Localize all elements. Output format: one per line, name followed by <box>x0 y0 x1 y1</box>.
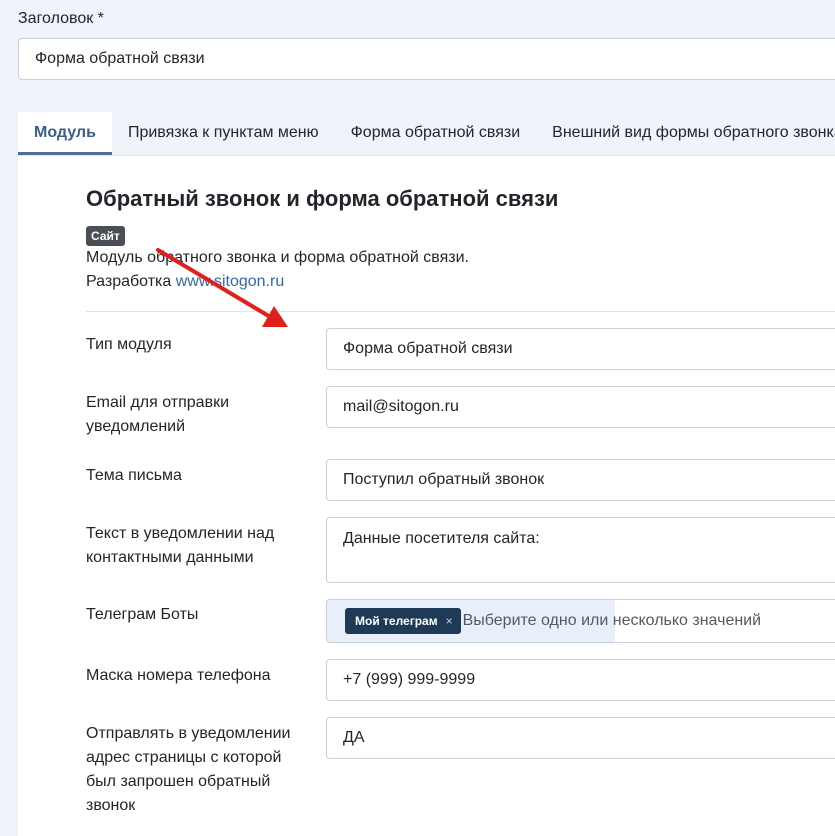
notify-text-label: Текст в уведомлении над контактными данн… <box>86 525 275 566</box>
telegram-bots-label: Телеграм Боты <box>86 606 199 623</box>
module-title: Обратный звонок и форма обратной связи <box>86 186 559 211</box>
chip-label: Мой телеграм <box>355 614 438 628</box>
phone-mask-label: Маска номера телефона <box>86 667 271 684</box>
email-field[interactable]: mail@sitogon.ru <box>326 386 835 428</box>
module-type-select[interactable]: Форма обратной связи <box>326 328 835 370</box>
tab-menu-assignment[interactable]: Привязка к пунктам меню <box>112 112 335 155</box>
telegram-placeholder: Выберите одно или несколько значений <box>462 612 762 629</box>
red-arrow-annotation <box>156 248 288 327</box>
email-label: Email для отправки уведомлений <box>86 394 230 435</box>
tab-bar: Модуль Привязка к пунктам меню Форма обр… <box>18 112 835 156</box>
tab-feedback-form[interactable]: Форма обратной связи <box>335 112 537 155</box>
subject-label: Тема письма <box>86 467 182 484</box>
module-panel: Обратный звонок и форма обратной связи С… <box>18 156 835 836</box>
site-badge: Сайт <box>86 226 125 246</box>
module-type-label: Тип модуля <box>86 336 172 353</box>
phone-mask-field[interactable]: +7 (999) 999-9999 <box>326 659 835 701</box>
send-url-select[interactable]: ДА <box>326 717 835 759</box>
notify-text-area[interactable]: Данные посетителя сайта: <box>326 517 835 583</box>
tab-callback-appearance[interactable]: Внешний вид формы обратного звонка <box>536 112 835 155</box>
tab-module[interactable]: Модуль <box>18 112 112 155</box>
chip-remove-icon[interactable]: × <box>446 614 453 628</box>
send-url-label: Отправлять в уведомлении адрес страницы … <box>86 725 291 814</box>
title-input[interactable]: Форма обратной связи <box>18 38 835 80</box>
telegram-bots-select[interactable]: Мой телеграм × Выберите одно или нескольк… <box>326 599 835 643</box>
title-field-label: Заголовок * <box>18 10 104 27</box>
subject-field[interactable]: Поступил обратный звонок <box>326 459 835 501</box>
telegram-chip: Мой телеграм × <box>345 608 461 634</box>
